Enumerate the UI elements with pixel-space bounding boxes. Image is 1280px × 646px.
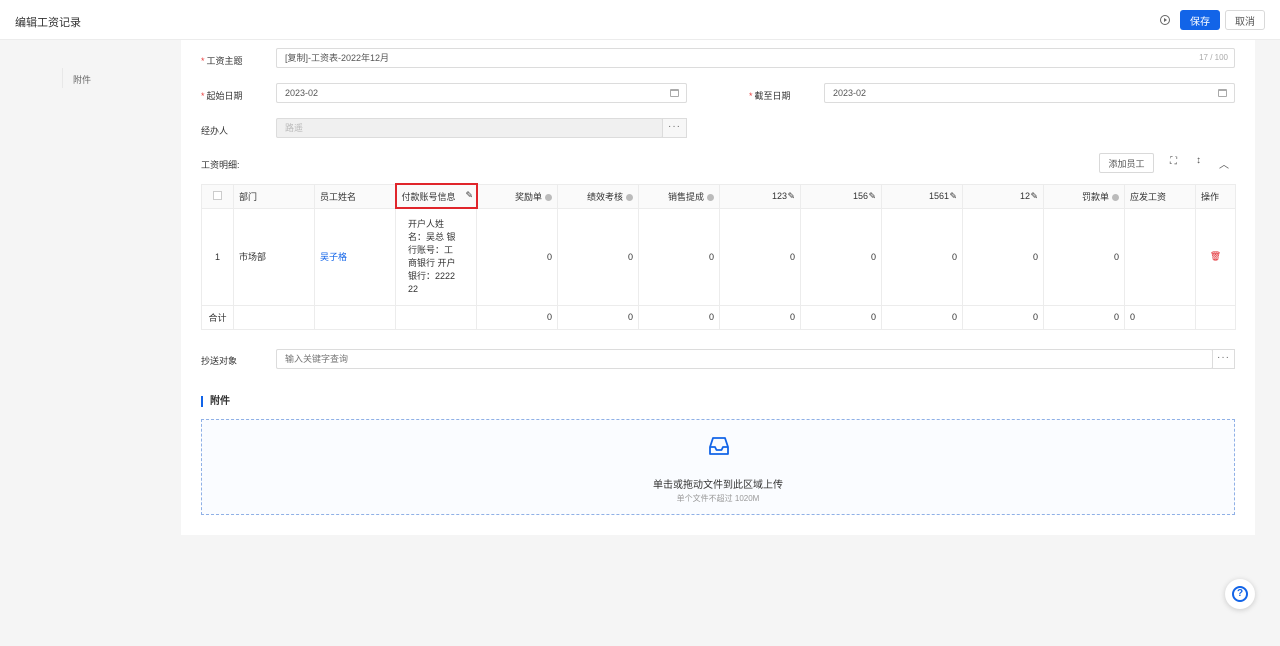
pencil-icon[interactable]: ✎ (868, 191, 876, 202)
col-header-12[interactable]: 12✎ (962, 183, 1044, 209)
cell-performance[interactable]: 0 (557, 207, 639, 306)
subject-label: * 工资主题 (201, 56, 243, 66)
column-height-icon[interactable]: ↕ (1196, 155, 1201, 166)
cc-label: 抄送对象 (201, 356, 238, 366)
cell-employee-name[interactable]: 吴子格 (314, 207, 396, 306)
col-header-actions: 操作 (1195, 183, 1236, 209)
cc-search-input[interactable] (276, 349, 1213, 369)
cell-1561[interactable]: 0 (881, 207, 963, 306)
total-performance: 0 (557, 304, 639, 330)
cell-payment-account: 开户人姓 名：吴总 银 行账号：工 商银行 开户 银行：2222 22 (395, 207, 477, 306)
handler-select-button[interactable]: ··· (662, 118, 687, 138)
anchor-indicator (62, 68, 63, 88)
select-all-checkbox[interactable] (201, 183, 234, 209)
calendar-icon (670, 89, 679, 97)
start-date-label: * 起始日期 (201, 91, 243, 101)
end-date-label: * 截至日期 (749, 91, 791, 101)
cc-select-button[interactable]: ··· (1212, 349, 1235, 369)
total-row: 合计 0 0 0 0 0 0 0 0 0 (201, 304, 1236, 330)
start-date-picker[interactable]: 2023-02 (276, 83, 687, 103)
col-header-123[interactable]: 123✎ (719, 183, 801, 209)
col-header-gross-pay[interactable]: 应发工资 (1124, 183, 1196, 209)
fullscreen-icon[interactable]: ⛶ (1170, 156, 1177, 167)
total-123: 0 (719, 304, 801, 330)
total-label: 合计 (201, 304, 234, 330)
cell-gross-pay (1124, 207, 1196, 306)
employee-link[interactable]: 吴子格 (320, 252, 347, 262)
total-bonus: 0 (476, 304, 558, 330)
total-12: 0 (962, 304, 1044, 330)
cell-12[interactable]: 0 (962, 207, 1044, 306)
subject-char-counter: 17 / 100 (1199, 53, 1228, 62)
attachment-section-title: 附件 (201, 396, 230, 407)
save-button[interactable]: 保存 (1180, 10, 1220, 30)
table-header-row: 部门 员工姓名 付款账号信息 ✎ 奖励单 绩效考核 销售提成 123✎ 156✎… (201, 183, 1236, 209)
cell-department: 市场部 (233, 207, 315, 306)
calendar-icon (1218, 89, 1227, 97)
pencil-icon[interactable]: ✎ (1030, 191, 1038, 202)
help-button[interactable]: ? (1225, 579, 1255, 609)
handler-input: 路遥 (276, 118, 663, 138)
col-header-commission[interactable]: 销售提成 (638, 183, 720, 209)
add-employee-button[interactable]: 添加员工 (1099, 153, 1154, 173)
question-icon (1112, 193, 1119, 201)
chevron-up-icon[interactable]: ︿ (1219, 156, 1229, 171)
sidebar-item-attachment[interactable]: 附件 (73, 73, 91, 86)
top-bar: 编辑工资记录 保存 取消 (0, 0, 1280, 40)
upload-size-hint: 单个文件不超过 1020M (676, 494, 760, 503)
row-index: 1 (201, 207, 234, 306)
salary-table: 部门 员工姓名 付款账号信息 ✎ 奖励单 绩效考核 销售提成 123✎ 156✎… (201, 183, 1236, 330)
upload-instruction: 单击或拖动文件到此区域上传 (653, 480, 783, 491)
inbox-icon (709, 437, 729, 455)
page-title: 编辑工资记录 (15, 17, 81, 29)
end-date-picker[interactable]: 2023-02 (824, 83, 1235, 103)
cell-123[interactable]: 0 (719, 207, 801, 306)
cell-actions: 🗑 (1195, 207, 1236, 306)
col-header-fine[interactable]: 罚款单 (1043, 183, 1125, 209)
col-header-payment-account[interactable]: 付款账号信息 ✎ (394, 183, 478, 209)
pencil-icon[interactable]: ✎ (466, 190, 474, 201)
cell-fine[interactable]: 0 (1043, 207, 1125, 306)
pencil-icon[interactable]: ✎ (949, 191, 957, 202)
pencil-icon[interactable]: ✎ (787, 191, 795, 202)
trash-icon[interactable]: 🗑 (1210, 251, 1221, 261)
question-icon (545, 193, 552, 201)
col-header-bonus[interactable]: 奖励单 (476, 183, 558, 209)
col-header-performance[interactable]: 绩效考核 (557, 183, 639, 209)
cell-156[interactable]: 0 (800, 207, 882, 306)
upload-dropzone[interactable]: 单击或拖动文件到此区域上传 单个文件不超过 1020M (201, 419, 1235, 515)
cancel-button[interactable]: 取消 (1225, 10, 1265, 30)
cell-bonus[interactable]: 0 (476, 207, 558, 306)
handler-label: 经办人 (201, 126, 229, 136)
total-gross-pay: 0 (1124, 304, 1196, 330)
play-circle-icon[interactable] (1160, 15, 1170, 25)
cell-commission[interactable]: 0 (638, 207, 720, 306)
total-commission: 0 (638, 304, 720, 330)
col-header-1561[interactable]: 1561✎ (881, 183, 963, 209)
question-circle-icon: ? (1232, 586, 1248, 602)
col-header-department[interactable]: 部门 (233, 183, 315, 209)
col-header-156[interactable]: 156✎ (800, 183, 882, 209)
col-header-employee-name[interactable]: 员工姓名 (314, 183, 396, 209)
question-icon (626, 193, 633, 201)
subject-input[interactable]: [复制]-工资表-2022年12月 17 / 100 (276, 48, 1235, 68)
question-icon (707, 193, 714, 201)
total-156: 0 (800, 304, 882, 330)
table-row: 1 市场部 吴子格 开户人姓 名：吴总 银 行账号：工 商银行 开户 银行：22… (201, 207, 1236, 306)
salary-detail-label: 工资明细: (201, 160, 240, 170)
total-fine: 0 (1043, 304, 1125, 330)
total-1561: 0 (881, 304, 963, 330)
